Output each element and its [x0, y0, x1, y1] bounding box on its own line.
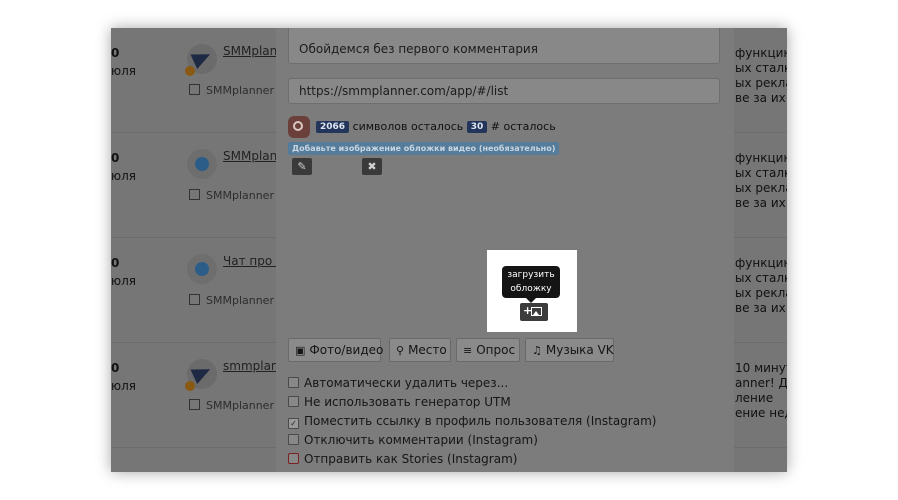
post-day: 0 — [111, 361, 120, 375]
auto-delete-checkbox[interactable] — [288, 377, 299, 388]
project-name: SMMplanner — [206, 189, 274, 202]
status-badge — [185, 66, 195, 76]
upload-cover-tooltip: загрузить обложку — [502, 266, 560, 303]
stories-checkbox[interactable] — [288, 453, 299, 464]
chars-count-badge: 2066 — [316, 121, 350, 133]
project-name: SMMplanner — [206, 294, 274, 307]
hash-count-badge: 30 — [466, 121, 488, 133]
preview-line: ве за их к — [735, 301, 787, 315]
delete-icon[interactable]: ✖ — [362, 158, 382, 175]
post-month: юля — [111, 274, 136, 288]
edit-icon[interactable]: ✎ — [292, 158, 312, 175]
project-label: SMMplanner — [189, 84, 274, 97]
project-icon — [189, 84, 200, 95]
no-utm-option[interactable]: Не использовать генератор UTM — [288, 395, 511, 409]
status-badge — [185, 381, 195, 391]
location-button[interactable]: ⚲ Место — [389, 338, 451, 362]
poll-label: Опрос — [476, 343, 516, 357]
project-icon — [189, 294, 200, 305]
no-utm-label: Не использовать генератор UTM — [304, 395, 511, 409]
preview-line: ых реклам — [735, 181, 787, 195]
project-label: SMMplanner — [189, 294, 274, 307]
stories-option[interactable]: Отправить как Stories (Instagram) — [288, 452, 517, 466]
post-month: юля — [111, 169, 136, 183]
post-day: 0 — [111, 46, 120, 60]
preview-line: ых реклам — [735, 286, 787, 300]
preview-line: ление — [735, 391, 774, 405]
profile-link-checkbox[interactable] — [288, 418, 299, 429]
post-text-preview: функцию — ых сталк ых реклам ве за их к — [735, 256, 787, 316]
disable-comments-option[interactable]: Отключить комментарии (Instagram) — [288, 433, 538, 447]
instagram-icon — [288, 116, 310, 138]
music-vk-button[interactable]: ♫ Музыка VK — [525, 338, 614, 362]
hash-label: # осталось — [490, 120, 556, 133]
disable-comments-checkbox[interactable] — [288, 434, 299, 445]
stories-label: Отправить как Stories (Instagram) — [304, 452, 518, 466]
telegram-icon — [187, 149, 217, 179]
project-name: SMMplanner — [206, 84, 274, 97]
post-text-preview: 10 минут, anner! Де ление ение неде — [735, 361, 787, 421]
preview-line: ых реклам — [735, 76, 787, 90]
preview-line: функцию — — [735, 256, 787, 270]
music-icon: ♫ — [532, 344, 542, 357]
chars-label: символов осталось — [352, 120, 464, 133]
profile-link-option[interactable]: Поместить ссылку в профиль пользователя … — [288, 414, 656, 429]
project-icon — [189, 399, 200, 410]
post-text-preview: функцию — ых сталк ых реклам ве за их к — [735, 151, 787, 211]
post-editor-modal: Обойдемся без первого комментария https:… — [276, 28, 734, 472]
image-icon — [531, 307, 542, 316]
post-text-preview: функцию — ых сталк ых реклам ве за их к — [735, 46, 787, 106]
post-day: 0 — [111, 151, 120, 165]
photo-video-label: Фото/видео — [309, 343, 384, 357]
app-frame: 0 юля SMMplanner SMMplanner функцию — ых… — [111, 28, 787, 472]
preview-line: ых сталк — [735, 271, 787, 285]
post-day: 0 — [111, 256, 120, 270]
project-label: SMMplanner — [189, 189, 274, 202]
auto-delete-label: Автоматически удалить через... — [304, 376, 509, 390]
preview-line: anner! Де — [735, 376, 787, 390]
poll-button[interactable]: ≡ Опрос — [456, 338, 520, 362]
preview-line: ве за их к — [735, 196, 787, 210]
no-utm-checkbox[interactable] — [288, 396, 299, 407]
profile-link-label: Поместить ссылку в профиль пользователя … — [304, 414, 657, 428]
disable-comments-label: Отключить комментарии (Instagram) — [304, 433, 538, 447]
music-vk-label: Музыка VK — [545, 343, 614, 357]
project-name: SMMplanner — [206, 399, 274, 412]
upload-cover-button[interactable]: + — [520, 303, 548, 321]
preview-line: функцию — — [735, 151, 787, 165]
post-month: юля — [111, 64, 136, 78]
preview-line: функцию — — [735, 46, 787, 60]
photo-icon: ▣ — [295, 344, 306, 357]
preview-line: ве за их к — [735, 91, 787, 105]
project-icon — [189, 189, 200, 200]
location-pin-icon: ⚲ — [396, 344, 405, 357]
location-label: Место — [408, 343, 447, 357]
url-field[interactable]: https://smmplanner.com/app/#/list — [288, 78, 720, 104]
preview-line: ых сталк — [735, 61, 787, 75]
auto-delete-option[interactable]: Автоматически удалить через... — [288, 376, 508, 390]
preview-line: ение неде — [735, 406, 787, 420]
poll-icon: ≡ — [463, 344, 473, 357]
preview-line: 10 минут, — [735, 361, 787, 375]
char-counter: 2066 символов осталось 30 # осталось — [316, 120, 556, 133]
first-comment-field[interactable]: Обойдемся без первого комментария — [288, 28, 720, 64]
project-label: SMMplanner — [189, 399, 274, 412]
telegram-icon — [187, 254, 217, 284]
cover-hint-label: Добавьте изображение обложки видео (необ… — [288, 142, 560, 155]
post-month: юля — [111, 379, 136, 393]
photo-video-button[interactable]: ▣ Фото/видео — [288, 338, 384, 362]
preview-line: ых сталк — [735, 166, 787, 180]
